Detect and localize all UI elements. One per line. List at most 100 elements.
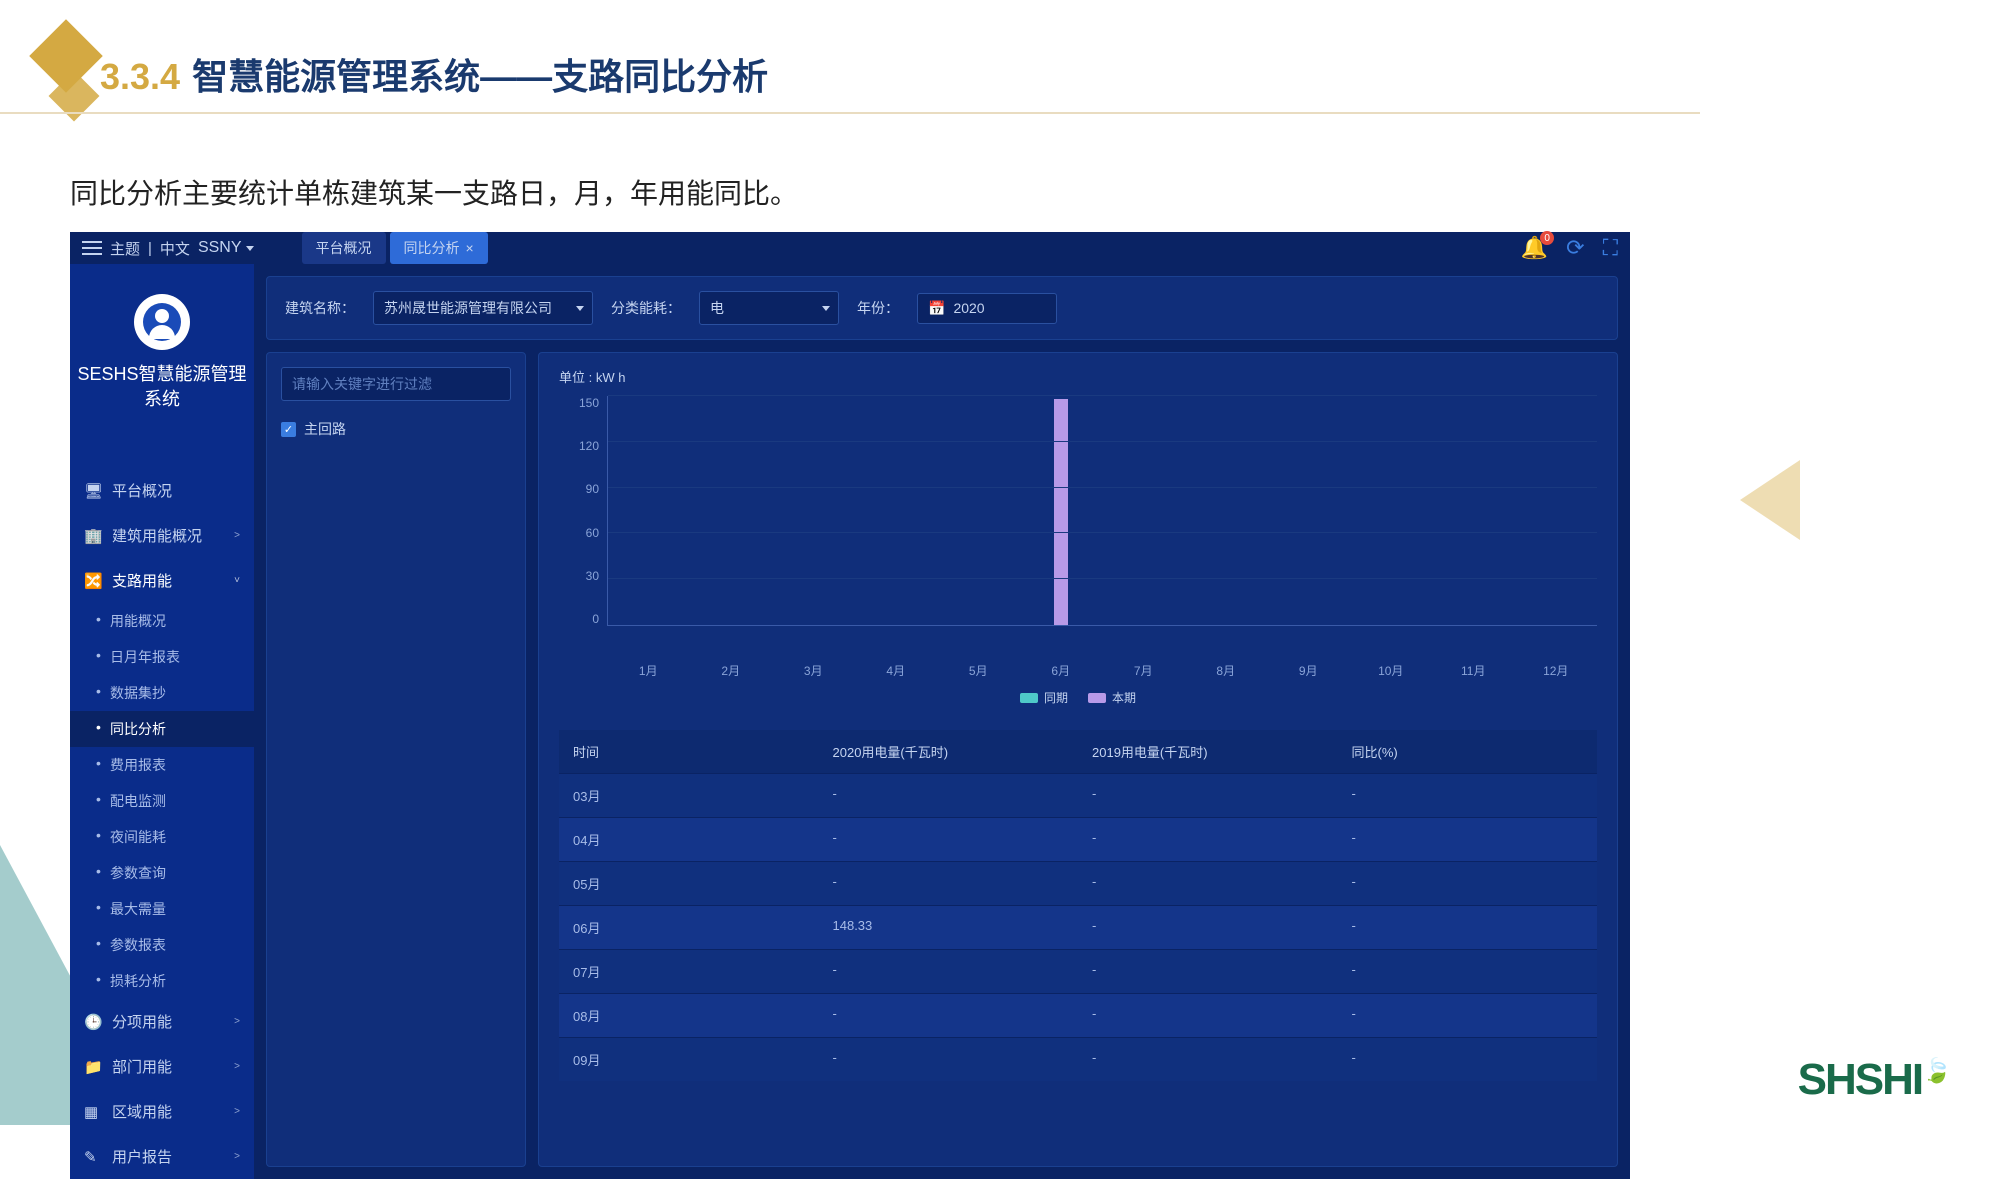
chevron-icon: ˃ [234,1151,240,1162]
nav-item-label: 用户报告 [112,1146,172,1167]
chevron-down-icon [822,306,830,311]
data-table: 时间2020用电量(千瓦时)2019用电量(千瓦时)同比(%) 03月---04… [559,730,1597,1081]
table-header-cell: 同比(%) [1338,730,1598,773]
sub-nav-item[interactable]: 损耗分析 [70,963,254,999]
sub-nav-item[interactable]: 用能概况 [70,603,254,639]
nav-item-label: 分项用能 [112,1011,172,1032]
x-tick: 12月 [1515,662,1598,679]
sub-nav-item[interactable]: 夜间能耗 [70,819,254,855]
table-cell: - [1338,818,1598,861]
category-select[interactable]: 电 [699,291,839,325]
theme-label[interactable]: 主题 [110,238,140,259]
nav-item[interactable]: ▦区域用能˃ [70,1089,254,1134]
legend-swatch [1020,693,1038,703]
tenant-dropdown[interactable]: SSNY [198,239,254,257]
table-row: 03月--- [559,773,1597,817]
nav-item-label: 部门用能 [112,1056,172,1077]
close-icon[interactable]: × [466,240,474,256]
sub-nav-item[interactable]: 费用报表 [70,747,254,783]
legend-swatch [1088,693,1106,703]
table-cell: - [1078,994,1338,1037]
chevron-down-icon [246,246,254,251]
year-label: 年份： [857,298,899,318]
decoration-triangle-right [1740,460,1800,540]
sub-nav-item[interactable]: 参数报表 [70,927,254,963]
sub-nav-item[interactable]: 配电监测 [70,783,254,819]
table-row: 05月--- [559,861,1597,905]
table-header: 时间2020用电量(千瓦时)2019用电量(千瓦时)同比(%) [559,730,1597,773]
title-text: 智慧能源管理系统——支路同比分析 [192,56,768,97]
lang-label[interactable]: 中文 [160,238,190,259]
x-tick: 6月 [1020,662,1103,679]
table-cell: - [1078,906,1338,949]
bar-group [773,396,855,625]
nav-item[interactable]: 🏢建筑用能概况˃ [70,513,254,558]
building-select[interactable]: 苏州晟世能源管理有限公司 [373,291,593,325]
table-cell: 06月 [559,906,819,949]
refresh-icon[interactable]: ⟳ [1566,235,1584,261]
bar[interactable] [1054,399,1068,625]
sub-nav-item[interactable]: 同比分析 [70,711,254,747]
bar-group [1103,396,1185,625]
x-tick: 3月 [772,662,855,679]
table-cell: 07月 [559,950,819,993]
sub-nav-item[interactable]: 日月年报表 [70,639,254,675]
tab-bar: 平台概况 同比分析× [302,232,488,264]
chart-panel: 单位 : kW h 1501209060300 1月2月3月4月5月6月7月8月… [538,352,1618,1167]
x-tick: 11月 [1432,662,1515,679]
nav-item[interactable]: 🖥平台概况 [70,468,254,513]
section-number: 3.3.4 [100,56,180,97]
app-window: 主题 | 中文 SSNY 平台概况 同比分析× 🔔0 ⟳ ⛶ SESHS智慧能源… [70,232,1630,1060]
building-icon: 🏢 [84,527,102,545]
table-cell: - [819,818,1079,861]
nav-item-label: 区域用能 [112,1101,172,1122]
table-cell: 09月 [559,1038,819,1081]
avatar[interactable] [134,294,190,350]
notification-bell-icon[interactable]: 🔔0 [1521,235,1548,261]
tree-search-input[interactable] [281,367,511,401]
table-cell: - [819,1038,1079,1081]
slide-subtitle: 同比分析主要统计单栋建筑某一支路日，月，年用能同比。 [70,172,798,212]
nav-item-label: 平台概况 [112,480,172,501]
table-header-cell: 2020用电量(千瓦时) [819,730,1079,773]
bar-group [938,396,1020,625]
tree-node-root[interactable]: ✓ 主回路 [281,419,511,439]
fullscreen-icon[interactable]: ⛶ [1603,235,1618,261]
calendar-icon: 📅 [928,300,945,317]
table-cell: - [819,994,1079,1037]
nav-item[interactable]: 🕒分项用能˃ [70,999,254,1044]
table-cell: - [819,862,1079,905]
nav-item[interactable]: 📁 部门用能 ˃ [70,1044,254,1089]
year-picker[interactable]: 📅 2020 [917,293,1057,324]
sub-nav-item[interactable]: 参数查询 [70,855,254,891]
bar-group [1020,396,1102,625]
notification-badge: 0 [1540,231,1554,245]
chevron-icon: ˃ [234,530,240,541]
nav-item[interactable]: 🔀支路用能˅ [70,558,254,603]
x-tick: 9月 [1267,662,1350,679]
sub-nav-item[interactable]: 最大需量 [70,891,254,927]
chevron-icon: ˅ [234,575,240,586]
menu-toggle-icon[interactable] [82,241,102,255]
chevron-icon: ˃ [234,1061,240,1072]
bar-group [1432,396,1514,625]
sub-nav-item[interactable]: 数据集抄 [70,675,254,711]
legend-item[interactable]: 本期 [1088,689,1136,706]
grid-icon: ▦ [84,1103,102,1121]
folder-icon: 📁 [84,1058,102,1076]
bar-group [1515,396,1597,625]
clock-icon: 🕒 [84,1013,102,1031]
branch-icon: 🔀 [84,572,102,590]
nav-item[interactable]: ✎ 用户报告 ˃ [70,1134,254,1179]
building-label: 建筑名称： [285,298,355,318]
edit-icon: ✎ [84,1148,102,1166]
tab-platform-overview[interactable]: 平台概况 [302,232,386,264]
x-axis: 1月2月3月4月5月6月7月8月9月10月11月12月 [607,662,1597,679]
tab-yoy-analysis[interactable]: 同比分析× [390,232,488,264]
checkbox-icon[interactable]: ✓ [281,422,296,437]
table-cell: - [1338,950,1598,993]
table-cell: 05月 [559,862,819,905]
table-header-cell: 2019用电量(千瓦时) [1078,730,1338,773]
filter-bar: 建筑名称： 苏州晟世能源管理有限公司 分类能耗： 电 年份： 📅 2020 [266,276,1618,340]
legend-item[interactable]: 同期 [1020,689,1068,706]
